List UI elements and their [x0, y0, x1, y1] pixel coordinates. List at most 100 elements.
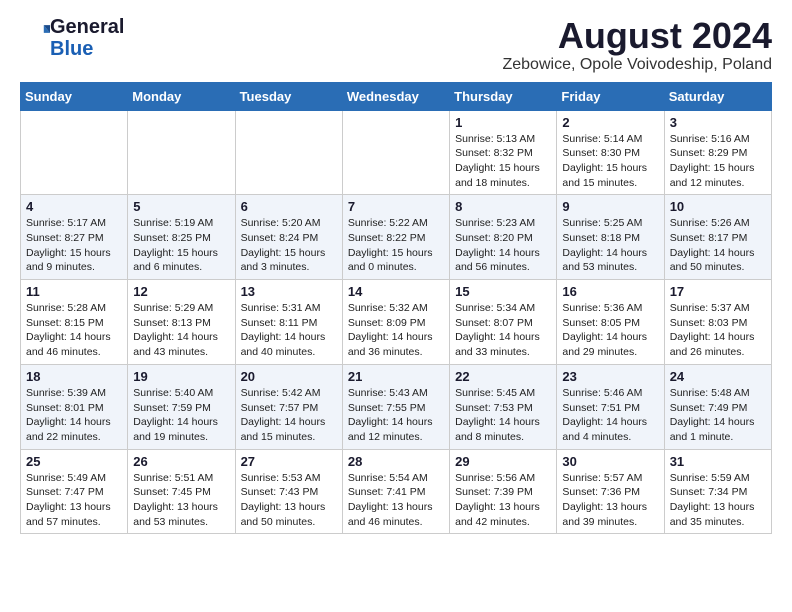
day-cell-6: 6 Sunrise: 5:20 AM Sunset: 8:24 PM Daylig…	[235, 195, 342, 280]
day-info: Sunrise: 5:48 AM Sunset: 7:49 PM Dayligh…	[670, 386, 766, 445]
empty-cell	[128, 110, 235, 195]
day-info: Sunrise: 5:16 AM Sunset: 8:29 PM Dayligh…	[670, 132, 766, 191]
title-area: August 2024 Zebowice, Opole Voivodeship,…	[502, 16, 772, 74]
day-number: 17	[670, 284, 766, 299]
day-number: 19	[133, 369, 229, 384]
day-number: 25	[26, 454, 122, 469]
day-cell-19: 19 Sunrise: 5:40 AM Sunset: 7:59 PM Dayli…	[128, 364, 235, 449]
day-info: Sunrise: 5:34 AM Sunset: 8:07 PM Dayligh…	[455, 301, 551, 360]
day-number: 22	[455, 369, 551, 384]
col-header-monday: Monday	[128, 82, 235, 110]
day-cell-24: 24 Sunrise: 5:48 AM Sunset: 7:49 PM Dayli…	[664, 364, 771, 449]
day-cell-5: 5Sunrise: 5:19 AM Sunset: 8:25 PM Daylig…	[128, 195, 235, 280]
day-number: 14	[348, 284, 444, 299]
logo-blue: Blue	[50, 38, 93, 60]
day-info: Sunrise: 5:46 AM Sunset: 7:51 PM Dayligh…	[562, 386, 658, 445]
calendar-week-3: 11Sunrise: 5:28 AM Sunset: 8:15 PM Dayli…	[21, 280, 772, 365]
day-cell-30: 30 Sunrise: 5:57 AM Sunset: 7:36 PM Dayli…	[557, 449, 664, 534]
day-cell-16: 16 Sunrise: 5:36 AM Sunset: 8:05 PM Dayli…	[557, 280, 664, 365]
day-cell-10: 10Sunrise: 5:26 AM Sunset: 8:17 PM Dayli…	[664, 195, 771, 280]
day-number: 8	[455, 199, 551, 214]
day-number: 29	[455, 454, 551, 469]
day-cell-29: 29Sunrise: 5:56 AM Sunset: 7:39 PM Dayli…	[450, 449, 557, 534]
day-number: 2	[562, 115, 658, 130]
day-cell-22: 22Sunrise: 5:45 AM Sunset: 7:53 PM Dayli…	[450, 364, 557, 449]
day-number: 28	[348, 454, 444, 469]
day-info: Sunrise: 5:40 AM Sunset: 7:59 PM Dayligh…	[133, 386, 229, 445]
day-cell-17: 17 Sunrise: 5:37 AM Sunset: 8:03 PM Dayli…	[664, 280, 771, 365]
day-number: 5	[133, 199, 229, 214]
day-number: 31	[670, 454, 766, 469]
col-header-friday: Friday	[557, 82, 664, 110]
calendar-week-2: 4 Sunrise: 5:17 AM Sunset: 8:27 PM Daylig…	[21, 195, 772, 280]
col-header-thursday: Thursday	[450, 82, 557, 110]
day-info: Sunrise: 5:51 AM Sunset: 7:45 PM Dayligh…	[133, 471, 229, 530]
calendar-week-4: 18Sunrise: 5:39 AM Sunset: 8:01 PM Dayli…	[21, 364, 772, 449]
day-number: 12	[133, 284, 229, 299]
day-number: 15	[455, 284, 551, 299]
logo-general: General	[50, 16, 124, 38]
day-number: 24	[670, 369, 766, 384]
day-cell-1: 1Sunrise: 5:13 AM Sunset: 8:32 PM Daylig…	[450, 110, 557, 195]
day-cell-2: 2 Sunrise: 5:14 AM Sunset: 8:30 PM Daylig…	[557, 110, 664, 195]
day-cell-14: 14 Sunrise: 5:32 AM Sunset: 8:09 PM Dayli…	[342, 280, 449, 365]
col-header-wednesday: Wednesday	[342, 82, 449, 110]
day-info: Sunrise: 5:17 AM Sunset: 8:27 PM Dayligh…	[26, 216, 122, 275]
day-number: 13	[241, 284, 337, 299]
day-cell-12: 12 Sunrise: 5:29 AM Sunset: 8:13 PM Dayli…	[128, 280, 235, 365]
day-cell-26: 26Sunrise: 5:51 AM Sunset: 7:45 PM Dayli…	[128, 449, 235, 534]
col-header-tuesday: Tuesday	[235, 82, 342, 110]
day-info: Sunrise: 5:43 AM Sunset: 7:55 PM Dayligh…	[348, 386, 444, 445]
day-number: 7	[348, 199, 444, 214]
day-number: 1	[455, 115, 551, 130]
day-cell-21: 21Sunrise: 5:43 AM Sunset: 7:55 PM Dayli…	[342, 364, 449, 449]
day-number: 3	[670, 115, 766, 130]
day-info: Sunrise: 5:22 AM Sunset: 8:22 PM Dayligh…	[348, 216, 444, 275]
day-cell-4: 4 Sunrise: 5:17 AM Sunset: 8:27 PM Daylig…	[21, 195, 128, 280]
col-header-saturday: Saturday	[664, 82, 771, 110]
day-cell-15: 15 Sunrise: 5:34 AM Sunset: 8:07 PM Dayli…	[450, 280, 557, 365]
day-info: Sunrise: 5:53 AM Sunset: 7:43 PM Dayligh…	[241, 471, 337, 530]
day-number: 20	[241, 369, 337, 384]
day-info: Sunrise: 5:49 AM Sunset: 7:47 PM Dayligh…	[26, 471, 122, 530]
day-info: Sunrise: 5:36 AM Sunset: 8:05 PM Dayligh…	[562, 301, 658, 360]
calendar-subtitle: Zebowice, Opole Voivodeship, Poland	[502, 56, 772, 74]
day-info: Sunrise: 5:57 AM Sunset: 7:36 PM Dayligh…	[562, 471, 658, 530]
day-cell-27: 27 Sunrise: 5:53 AM Sunset: 7:43 PM Dayli…	[235, 449, 342, 534]
logo-icon	[22, 22, 50, 50]
day-cell-11: 11Sunrise: 5:28 AM Sunset: 8:15 PM Dayli…	[21, 280, 128, 365]
day-info: Sunrise: 5:20 AM Sunset: 8:24 PM Dayligh…	[241, 216, 337, 275]
day-info: Sunrise: 5:29 AM Sunset: 8:13 PM Dayligh…	[133, 301, 229, 360]
logo: General Blue	[20, 16, 124, 60]
day-number: 6	[241, 199, 337, 214]
day-cell-25: 25 Sunrise: 5:49 AM Sunset: 7:47 PM Dayli…	[21, 449, 128, 534]
day-number: 23	[562, 369, 658, 384]
day-info: Sunrise: 5:32 AM Sunset: 8:09 PM Dayligh…	[348, 301, 444, 360]
calendar-week-5: 25 Sunrise: 5:49 AM Sunset: 7:47 PM Dayli…	[21, 449, 772, 534]
day-cell-3: 3 Sunrise: 5:16 AM Sunset: 8:29 PM Daylig…	[664, 110, 771, 195]
day-cell-18: 18Sunrise: 5:39 AM Sunset: 8:01 PM Dayli…	[21, 364, 128, 449]
day-cell-8: 8 Sunrise: 5:23 AM Sunset: 8:20 PM Daylig…	[450, 195, 557, 280]
day-number: 11	[26, 284, 122, 299]
day-cell-20: 20Sunrise: 5:42 AM Sunset: 7:57 PM Dayli…	[235, 364, 342, 449]
col-header-sunday: Sunday	[21, 82, 128, 110]
day-info: Sunrise: 5:25 AM Sunset: 8:18 PM Dayligh…	[562, 216, 658, 275]
day-info: Sunrise: 5:59 AM Sunset: 7:34 PM Dayligh…	[670, 471, 766, 530]
day-info: Sunrise: 5:14 AM Sunset: 8:30 PM Dayligh…	[562, 132, 658, 191]
day-info: Sunrise: 5:39 AM Sunset: 8:01 PM Dayligh…	[26, 386, 122, 445]
day-number: 9	[562, 199, 658, 214]
calendar-header-row: SundayMondayTuesdayWednesdayThursdayFrid…	[21, 82, 772, 110]
empty-cell	[21, 110, 128, 195]
day-info: Sunrise: 5:23 AM Sunset: 8:20 PM Dayligh…	[455, 216, 551, 275]
day-number: 16	[562, 284, 658, 299]
day-number: 27	[241, 454, 337, 469]
day-info: Sunrise: 5:26 AM Sunset: 8:17 PM Dayligh…	[670, 216, 766, 275]
day-number: 4	[26, 199, 122, 214]
day-cell-7: 7 Sunrise: 5:22 AM Sunset: 8:22 PM Daylig…	[342, 195, 449, 280]
empty-cell	[342, 110, 449, 195]
empty-cell	[235, 110, 342, 195]
day-info: Sunrise: 5:37 AM Sunset: 8:03 PM Dayligh…	[670, 301, 766, 360]
calendar-week-1: 1Sunrise: 5:13 AM Sunset: 8:32 PM Daylig…	[21, 110, 772, 195]
day-number: 30	[562, 454, 658, 469]
day-cell-23: 23 Sunrise: 5:46 AM Sunset: 7:51 PM Dayli…	[557, 364, 664, 449]
